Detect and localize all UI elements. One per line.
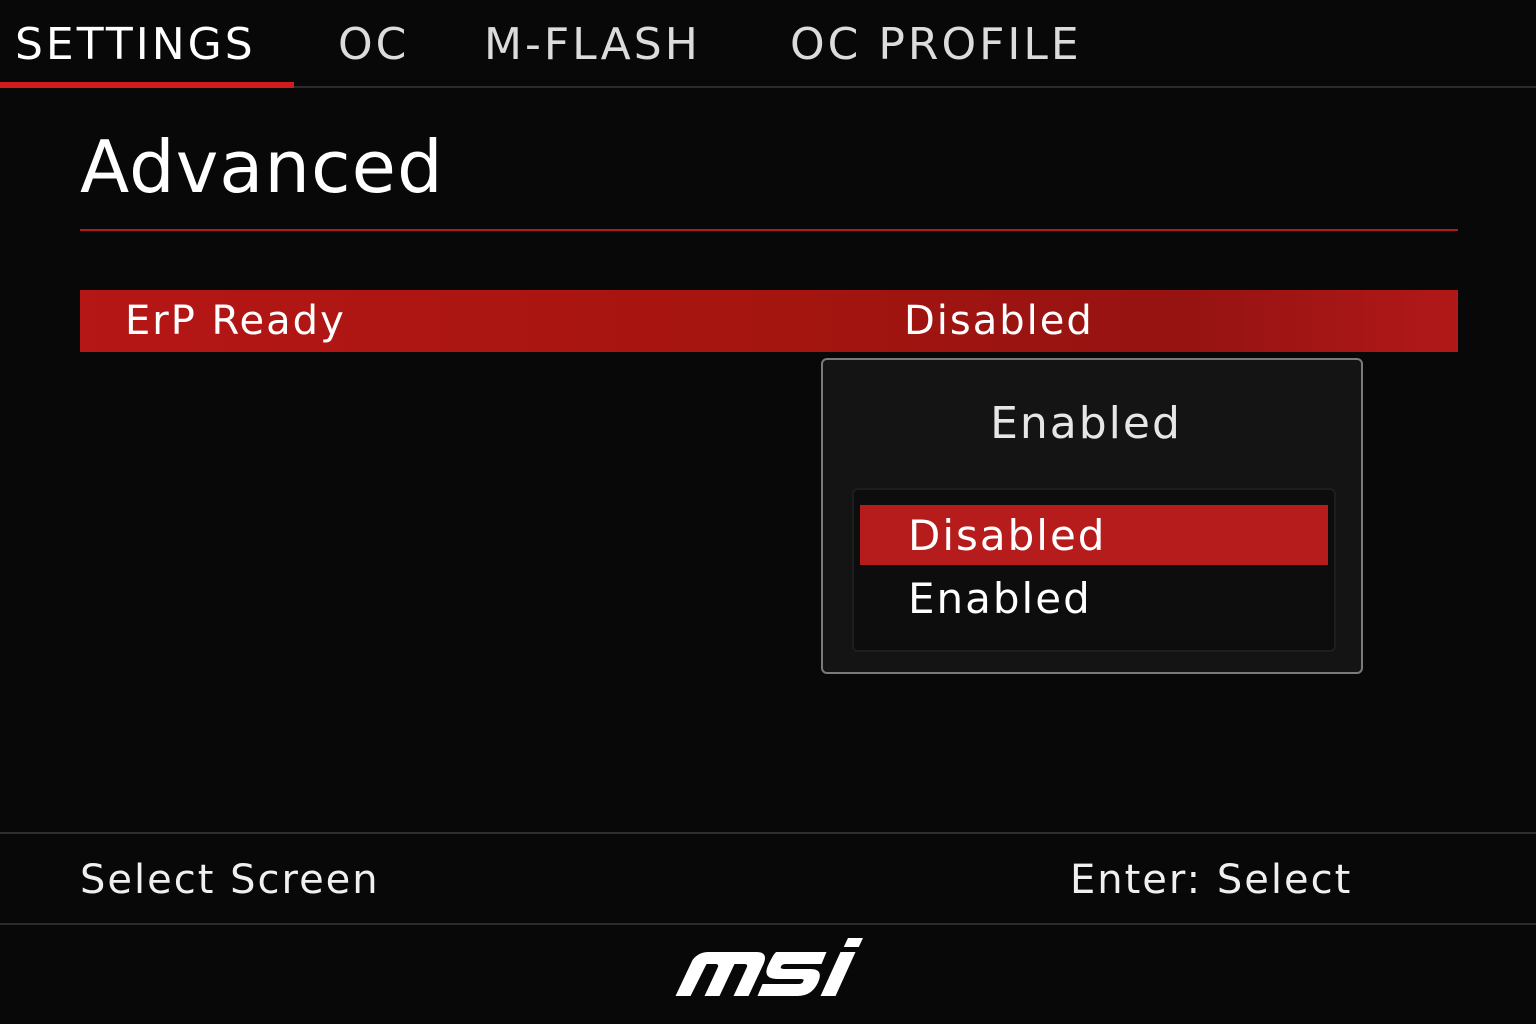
tab-oc[interactable]: OC: [338, 14, 409, 76]
help-bar-divider-top: [0, 832, 1536, 834]
popup-title: Enabled: [990, 398, 1182, 449]
option-label: Disabled: [908, 511, 1107, 560]
option-popup: Enabled Disabled Enabled: [821, 358, 1363, 674]
active-tab-indicator: [0, 82, 294, 88]
setting-label: ErP Ready: [125, 298, 346, 344]
page-title: Advanced: [80, 125, 444, 209]
msi-logo: [675, 938, 863, 996]
help-enter-select: Enter: Select: [1070, 857, 1353, 903]
tab-bar: SETTINGS OC M-FLASH OC PROFILE: [0, 0, 1536, 88]
help-bar-divider-bottom: [0, 923, 1536, 925]
title-divider: [80, 229, 1458, 231]
bios-screen: SETTINGS OC M-FLASH OC PROFILE Advanced …: [0, 0, 1536, 1024]
tab-settings[interactable]: SETTINGS: [15, 14, 256, 76]
setting-value: Disabled: [904, 298, 1094, 344]
option-disabled[interactable]: Disabled: [860, 505, 1328, 565]
option-enabled[interactable]: Enabled: [860, 568, 1328, 628]
tab-m-flash[interactable]: M-FLASH: [484, 14, 701, 76]
option-label: Enabled: [908, 574, 1092, 623]
setting-row-erp-ready[interactable]: ErP Ready Disabled: [80, 290, 1458, 352]
help-select-screen: Select Screen: [80, 857, 380, 903]
popup-option-list: Disabled Enabled: [852, 488, 1336, 652]
tab-oc-profile[interactable]: OC PROFILE: [790, 14, 1082, 76]
